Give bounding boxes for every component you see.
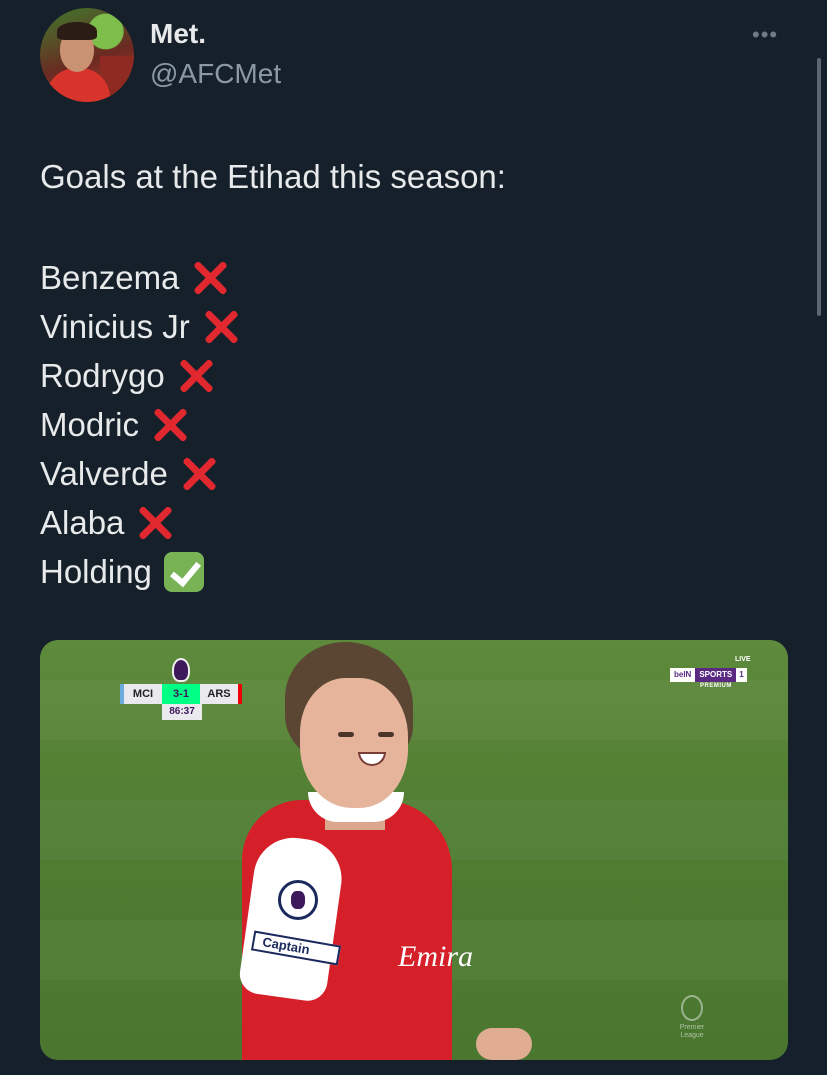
player-name: Benzema <box>40 258 180 296</box>
cross-mark-icon <box>175 355 217 397</box>
list-item: Valverde <box>40 449 242 498</box>
premier-league-watermark-icon <box>681 995 703 1021</box>
broadcaster-brand: beIN <box>670 668 696 682</box>
broadcaster-logo: beIN SPORTS 1 <box>670 668 747 682</box>
watermark-text: Premier League <box>679 1024 705 1039</box>
score: 3-1 <box>162 684 200 704</box>
check-mark-icon <box>163 551 204 592</box>
cross-mark-icon <box>178 453 220 495</box>
cross-mark-icon <box>134 502 176 544</box>
list-item: Alaba <box>40 498 242 547</box>
cross-mark-icon <box>200 306 242 348</box>
match-clock: 86:37 <box>162 704 202 720</box>
list-item: Vinicius Jr <box>40 302 242 351</box>
broadcaster-sports: SPORTS <box>695 668 737 682</box>
player-name: Holding <box>40 552 152 590</box>
player-name: Rodrygo <box>40 356 165 394</box>
broadcaster-channel: 1 <box>736 668 747 682</box>
broadcaster-tier: PREMIUM <box>700 683 732 689</box>
tweet-media-image[interactable]: MCI 3-1 ARS 86:37 LIVE beIN SPORTS 1 PRE… <box>40 640 788 1060</box>
more-options-icon[interactable]: ••• <box>752 22 778 48</box>
premier-league-badge-icon <box>278 880 318 920</box>
user-handle[interactable]: @AFCMet <box>150 58 281 90</box>
home-team: MCI <box>120 684 162 704</box>
display-name[interactable]: Met. <box>150 18 206 50</box>
cross-mark-icon <box>189 257 231 299</box>
list-item: Modric <box>40 400 242 449</box>
scrollbar[interactable] <box>817 58 821 316</box>
player-name: Alaba <box>40 503 125 541</box>
list-item: Holding <box>40 547 242 596</box>
player-name: Valverde <box>40 454 168 492</box>
premier-league-logo-icon <box>172 658 190 682</box>
tweet-text-intro: Goals at the Etihad this season: <box>40 158 506 195</box>
cross-mark-icon <box>149 404 191 446</box>
shirt-sponsor: Emira <box>398 940 473 973</box>
player-name: Vinicius Jr <box>40 307 190 345</box>
tweet: Met. @AFCMet ••• Goals at the Etihad thi… <box>0 0 827 1075</box>
player-name: Modric <box>40 405 140 443</box>
list-item: Rodrygo <box>40 351 242 400</box>
avatar[interactable] <box>40 8 134 102</box>
player-list: Benzema Vinicius Jr Rodrygo Modric Valve… <box>40 253 242 596</box>
live-label: LIVE <box>735 656 751 663</box>
scorebug: MCI 3-1 ARS <box>120 684 242 704</box>
player-photo: Captain Emira <box>230 640 540 1060</box>
list-item: Benzema <box>40 253 242 302</box>
